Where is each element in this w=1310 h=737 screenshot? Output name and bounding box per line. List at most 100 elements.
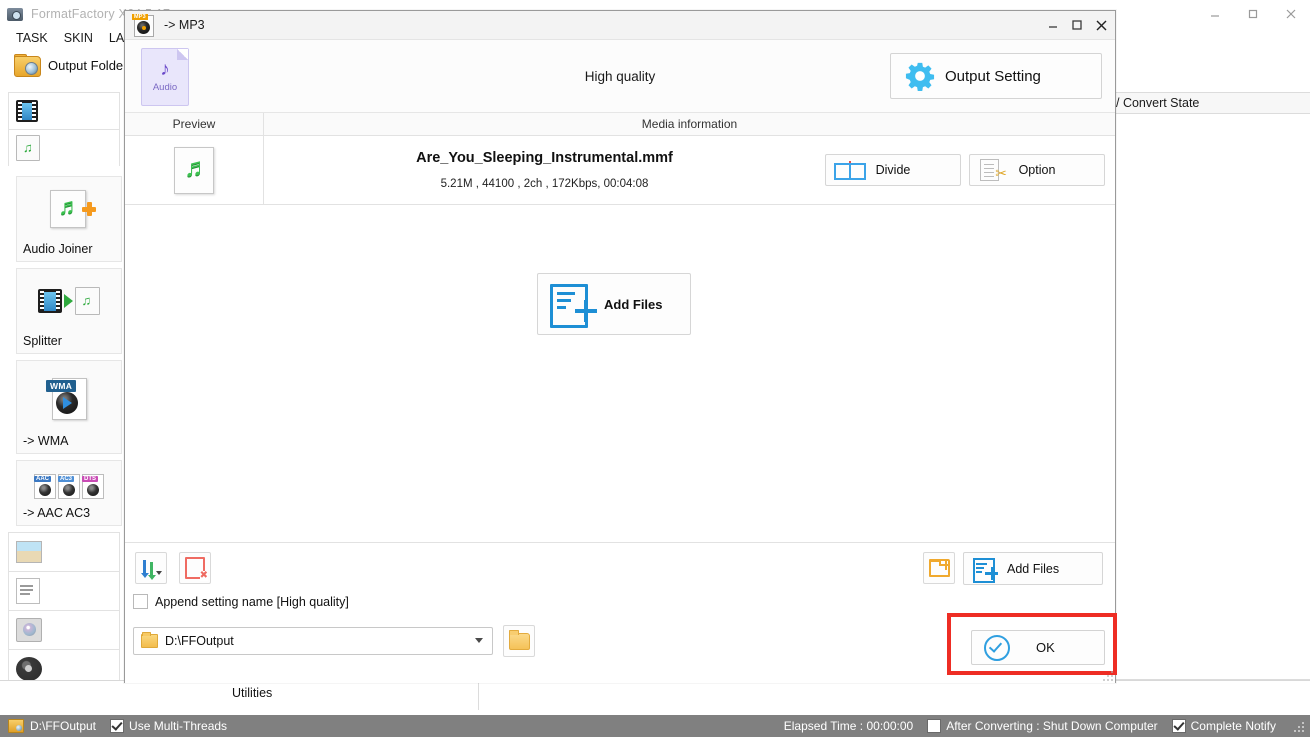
divide-button[interactable]: Divide: [825, 154, 961, 186]
sidebar-item-rom-device[interactable]: [8, 610, 120, 649]
output-setting-label: Output Setting: [945, 67, 1041, 85]
wma-tag-label: WMA: [46, 380, 77, 392]
media-table-header: Preview Media information: [125, 113, 1115, 136]
output-setting-button[interactable]: Output Setting: [890, 53, 1102, 99]
append-setting-checkbox[interactable]: Append setting name [High quality]: [133, 594, 349, 609]
wma-file-icon: WMA: [46, 376, 90, 420]
aac-ac3-icon: AAC AC3 DTS: [34, 473, 104, 499]
folder-icon: [141, 632, 158, 648]
status-folder-icon: [8, 719, 24, 733]
dialog-window-buttons: [1041, 11, 1113, 39]
dialog-profile-bar: ♪ Audio High quality Output Setting: [125, 40, 1115, 113]
sidebar-card-splitter[interactable]: ♫ Splitter: [16, 268, 122, 354]
row-preview-cell: ♬: [125, 136, 264, 204]
add-files-button-footer[interactable]: Add Files: [963, 552, 1103, 585]
status-resize-grip[interactable]: [1292, 720, 1304, 732]
utilities-label: Utilities: [232, 686, 273, 700]
add-files-icon: [973, 557, 997, 583]
photo-icon: [16, 541, 42, 563]
gear-icon: [905, 62, 935, 91]
ok-button[interactable]: OK: [971, 630, 1105, 665]
app-icon: [7, 6, 23, 22]
check-circle-icon: [984, 634, 1010, 661]
divide-label: Divide: [875, 163, 911, 177]
sidebar-card-aac-ac3[interactable]: AAC AC3 DTS -> AAC AC3: [16, 460, 122, 526]
sidebar-card-label: Splitter: [23, 334, 62, 348]
sidebar-card-label: Audio Joiner: [23, 242, 93, 256]
add-folder-icon: [929, 558, 950, 577]
dialog-maximize-icon[interactable]: [1065, 11, 1089, 39]
file-meta: 5.21M , 44100 , 2ch , 172Kbps, 00:04:08: [440, 178, 649, 190]
output-path-row: D:\FFOutput OK: [125, 613, 1117, 683]
sidebar-item-audio[interactable]: ♫: [8, 129, 120, 166]
disc-drive-icon: [16, 618, 42, 642]
sidebar: ♫ ♬ Audio Joiner ♫ Splitter WMA -> WMA A…: [8, 92, 122, 689]
audio-waveform-file-icon: ♬: [171, 145, 217, 195]
browse-folder-button[interactable]: [503, 625, 535, 657]
ok-label: OK: [1036, 640, 1055, 655]
dialog-minimize-icon[interactable]: [1041, 11, 1065, 39]
checkbox-box[interactable]: [133, 594, 148, 609]
row-actions: Divide ✂ Option: [825, 136, 1115, 204]
add-files-button-center[interactable]: Add Files: [537, 273, 691, 335]
sidebar-card-label: -> AAC AC3: [23, 506, 91, 520]
mp3-disc-icon: MP3: [132, 14, 154, 37]
output-folder-button[interactable]: Output Folder: [14, 54, 128, 77]
film-reel-icon: [16, 657, 42, 681]
maximize-icon[interactable]: [1234, 0, 1272, 27]
status-bar-right: Elapsed Time : 00:00:00 After Converting…: [784, 715, 1310, 737]
music-note-icon: ♪: [160, 58, 170, 80]
sort-button[interactable]: [135, 552, 167, 584]
status-bar: D:\FFOutput Use Multi-Threads Elapsed Ti…: [0, 715, 1310, 737]
use-multi-threads-checkbox[interactable]: [110, 719, 125, 733]
delete-button[interactable]: [179, 552, 211, 584]
use-multi-threads-label: Use Multi-Threads: [129, 719, 228, 733]
footer-toolbar-row: Add Files: [125, 543, 1115, 591]
sidebar-item-document[interactable]: [8, 571, 120, 610]
column-media-information: Media information: [641, 117, 738, 131]
resize-grip[interactable]: [1101, 669, 1113, 681]
dialog-close-icon[interactable]: [1089, 11, 1113, 39]
delete-file-icon: [185, 557, 209, 581]
folder-icon: [508, 629, 530, 650]
dialog-footer: Add Files Append setting name [High qual…: [125, 542, 1117, 683]
output-path-value: D:\FFOutput: [165, 634, 234, 648]
row-media-info: Are_You_Sleeping_Instrumental.mmf 5.21M …: [264, 136, 825, 204]
sidebar-item-picture[interactable]: [8, 532, 120, 571]
mp3-conversion-dialog: MP3 -> MP3 ♪ Audio High quality Output S…: [124, 10, 1117, 683]
sidebar-item-video[interactable]: [8, 92, 120, 129]
screen: FormatFactory X64 5.17 TASK SKIN LANG: [0, 0, 1310, 737]
column-preview: Preview: [125, 113, 264, 135]
file-name: Are_You_Sleeping_Instrumental.mmf: [416, 150, 673, 166]
convert-state-header: / Convert State: [1108, 92, 1310, 114]
chevron-down-icon[interactable]: [475, 638, 483, 643]
dialog-drop-area[interactable]: Add Files: [125, 205, 1115, 542]
sidebar-card-audio-joiner[interactable]: ♬ Audio Joiner: [16, 176, 122, 262]
after-converting-checkbox[interactable]: [927, 719, 942, 733]
audio-type-label: Audio: [152, 81, 178, 93]
status-output-path[interactable]: D:\FFOutput: [30, 719, 96, 733]
menu-skin[interactable]: SKIN: [64, 31, 93, 45]
menu-task[interactable]: TASK: [16, 31, 48, 45]
output-path-dropdown[interactable]: D:\FFOutput: [133, 627, 493, 655]
table-row[interactable]: ♬ Are_You_Sleeping_Instrumental.mmf 5.21…: [125, 136, 1115, 205]
sidebar-card-wma[interactable]: WMA -> WMA: [16, 360, 122, 454]
add-files-label: Add Files: [1007, 561, 1060, 576]
audio-type-card[interactable]: ♪ Audio: [141, 48, 189, 106]
convert-state-list[interactable]: [1108, 114, 1310, 680]
output-folder-icon: [14, 54, 41, 77]
output-folder-label: Output Folder: [48, 58, 128, 73]
document-pencil-icon: [16, 578, 40, 604]
close-icon[interactable]: [1272, 0, 1310, 27]
music-note-file-icon: ♫: [16, 135, 40, 161]
ok-highlight-box: OK: [947, 613, 1117, 675]
complete-notify-label: Complete Notify: [1190, 719, 1276, 733]
utilities-divider: [478, 681, 479, 710]
elapsed-time-label: Elapsed Time : 00:00:00: [783, 719, 914, 733]
complete-notify-checkbox[interactable]: [1171, 719, 1186, 733]
add-files-icon: [550, 284, 597, 328]
add-folder-button[interactable]: [923, 552, 955, 584]
option-button[interactable]: ✂ Option: [969, 154, 1105, 186]
minimize-icon[interactable]: [1196, 0, 1234, 27]
sidebar-card-label: -> WMA: [23, 434, 69, 448]
